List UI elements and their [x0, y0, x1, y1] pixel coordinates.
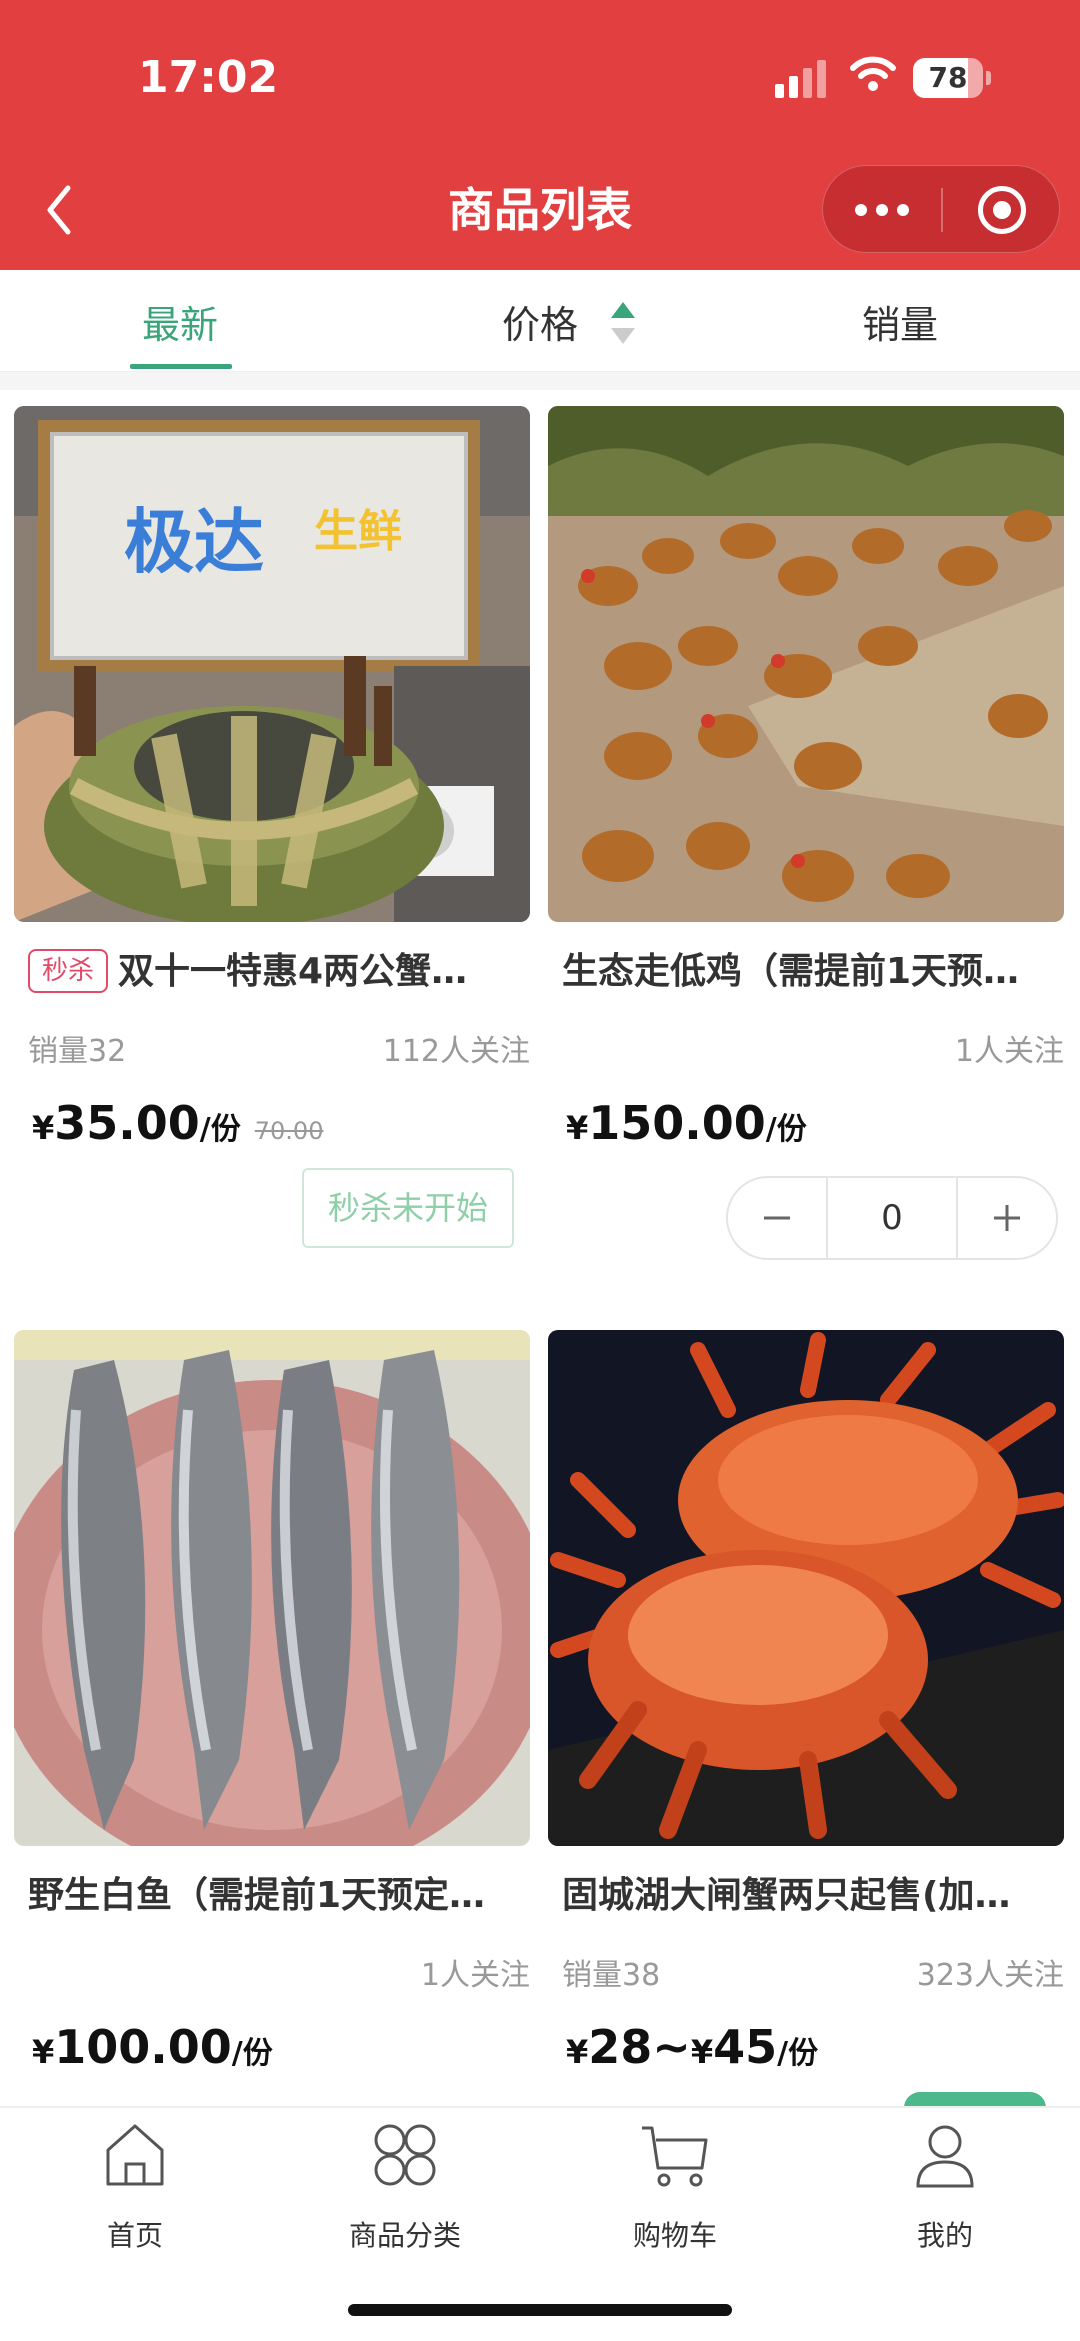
product-card[interactable]: 野生白鱼（需提前1天预定… 1人关注 ¥100.00/份	[14, 1330, 530, 2090]
category-icon	[374, 2124, 436, 2186]
price-amount: 150.00	[588, 1096, 766, 1150]
product-image-hairy-crabs[interactable]	[548, 1330, 1064, 1846]
tabbar-label: 首页	[106, 2219, 163, 2252]
product-title[interactable]: 固城湖大闸蟹两只起售(加…	[562, 1866, 1062, 1926]
active-tab-indicator	[130, 364, 232, 369]
battery-icon: 78	[913, 58, 983, 98]
increase-quantity-button[interactable]	[956, 1178, 1056, 1258]
mini-program-capsule	[822, 165, 1060, 253]
more-dot	[897, 204, 909, 216]
product-follow-count: 323人关注	[916, 1958, 1064, 1993]
user-icon	[916, 2125, 974, 2188]
plus-icon	[994, 1205, 1020, 1231]
quantity-value[interactable]: 0	[828, 1178, 956, 1258]
tabbar-item-home[interactable]: 首页	[0, 2108, 270, 2258]
product-price: ¥150.00/份	[566, 1096, 807, 1150]
home-icon	[106, 2124, 164, 2186]
price-unit: /份	[777, 2036, 819, 2071]
price-unit: /份	[231, 2036, 273, 2071]
tab-sales[interactable]: 销量	[820, 270, 980, 372]
more-button[interactable]	[823, 166, 941, 254]
price-amount-max: 45	[713, 2020, 778, 2074]
close-mini-program-button[interactable]	[943, 166, 1061, 254]
price-amount: 35.00	[54, 1096, 200, 1150]
product-title[interactable]: 秒杀 双十一特惠4两公蟹…	[28, 942, 528, 1002]
tabbar-label: 购物车	[632, 2219, 717, 2252]
seckill-tag: 秒杀	[28, 949, 109, 993]
original-price: 70.00	[254, 1117, 324, 1145]
status-time: 17:02	[138, 52, 279, 103]
separator	[0, 372, 1080, 390]
product-image-white-fish[interactable]	[14, 1330, 530, 1846]
price-unit: /份	[199, 1112, 241, 1147]
price-amount: 100.00	[54, 2020, 232, 2074]
product-title[interactable]: 生态走低鸡（需提前1天预…	[562, 942, 1062, 1002]
product-follow-count: 1人关注	[954, 1034, 1064, 1069]
product-title[interactable]: 野生白鱼（需提前1天预定…	[28, 1866, 528, 1926]
battery-tip	[986, 71, 991, 85]
price-amount: 28~	[588, 2020, 691, 2074]
product-image-crab-basket[interactable]: 极达 生鲜	[14, 406, 530, 922]
svg-text:极达: 极达	[124, 501, 264, 583]
product-card[interactable]: 极达 生鲜 秒杀 双十一特惠4两公蟹… 销量32 112人关注 ¥35.00/份 7…	[14, 406, 530, 1286]
product-title-text: 双十一特惠4两公蟹…	[118, 951, 468, 992]
product-sales: 销量38	[562, 1958, 661, 1993]
product-price: ¥100.00/份	[32, 2020, 273, 2074]
header: 17:02 78 商品列表	[0, 0, 1080, 270]
price-unit: /份	[765, 1112, 807, 1147]
product-image-chickens[interactable]	[548, 406, 1064, 922]
more-dot	[855, 204, 867, 216]
product-list-page: 17:02 78 商品列表 最新 价格 销量 极达 生鲜 秒杀 双十一特惠4两公…	[0, 0, 1080, 2341]
wifi-icon	[850, 56, 896, 91]
tabbar-item-profile[interactable]: 我的	[810, 2108, 1080, 2258]
product-card[interactable]: 生态走低鸡（需提前1天预… 1人关注 ¥150.00/份 0	[548, 406, 1064, 1286]
sort-arrows-icon[interactable]	[608, 300, 638, 350]
currency-symbol: ¥	[566, 1109, 589, 1147]
product-price: ¥35.00/份 70.00	[32, 1096, 323, 1150]
battery-level-text: 78	[928, 61, 968, 94]
decrease-quantity-button[interactable]	[728, 1178, 828, 1258]
product-follow-count: 1人关注	[420, 1958, 530, 1993]
quantity-stepper: 0	[726, 1176, 1058, 1260]
tabbar-label: 我的	[916, 2219, 973, 2252]
product-sales: 销量32	[28, 1034, 127, 1069]
currency-symbol: ¥	[32, 2033, 55, 2071]
product-card[interactable]: 固城湖大闸蟹两只起售(加… 销量38 323人关注 ¥28~¥45/份	[548, 1330, 1064, 2090]
minus-icon	[764, 1216, 790, 1220]
tabbar-item-category[interactable]: 商品分类	[270, 2108, 540, 2258]
more-dot	[876, 204, 888, 216]
currency-symbol: ¥	[32, 1109, 55, 1147]
tabbar-label: 商品分类	[348, 2219, 461, 2252]
cart-icon	[642, 2126, 708, 2187]
seckill-not-started-button[interactable]: 秒杀未开始	[302, 1168, 514, 1248]
tab-latest[interactable]: 最新	[80, 270, 280, 372]
tabbar-item-cart[interactable]: 购物车	[540, 2108, 810, 2258]
svg-text:生鲜: 生鲜	[314, 506, 402, 557]
tab-price[interactable]: 价格	[460, 270, 620, 372]
sort-tabs: 最新 价格 销量	[0, 270, 1080, 372]
product-price: ¥28~¥45/份	[566, 2020, 818, 2074]
currency-symbol: ¥	[690, 2033, 714, 2071]
product-follow-count: 112人关注	[382, 1034, 530, 1069]
home-indicator	[348, 2304, 732, 2316]
target-icon	[978, 186, 1026, 234]
currency-symbol: ¥	[566, 2033, 589, 2071]
signal-icon	[775, 58, 831, 98]
